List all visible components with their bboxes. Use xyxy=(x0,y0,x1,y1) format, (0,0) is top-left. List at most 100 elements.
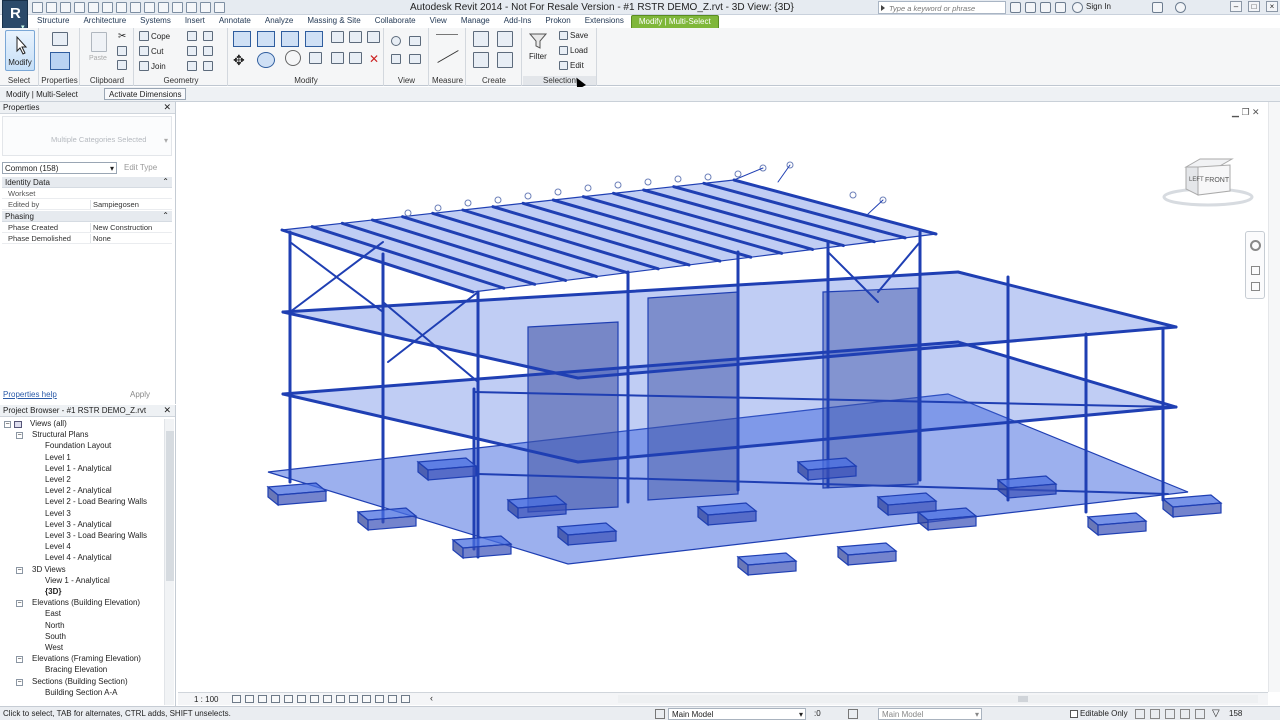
analytical-node[interactable] xyxy=(464,199,472,207)
analytical-node[interactable] xyxy=(614,181,622,189)
cope-button[interactable]: Cope xyxy=(139,31,170,41)
temporary-hide-icon[interactable] xyxy=(336,695,345,703)
split-element-icon[interactable] xyxy=(331,31,344,43)
scrollbar-thumb[interactable] xyxy=(1018,696,1028,702)
group-phasing[interactable]: Phasing ⌃ xyxy=(2,211,172,222)
close-view-icon[interactable]: ✕ xyxy=(1252,107,1260,117)
tab-systems[interactable]: Systems xyxy=(133,15,178,28)
tab-analyze[interactable]: Analyze xyxy=(258,15,300,28)
text-icon[interactable] xyxy=(130,2,141,13)
mirror-draw-icon[interactable] xyxy=(305,31,323,47)
section-icon[interactable] xyxy=(158,2,169,13)
analytical-node[interactable] xyxy=(704,173,712,181)
viewcube-left-face[interactable]: LEFT xyxy=(1189,177,1204,183)
paste-icon[interactable] xyxy=(91,32,107,52)
create-assembly-icon[interactable] xyxy=(473,31,489,47)
core-wall-right[interactable] xyxy=(822,287,919,489)
3d-view-icon[interactable] xyxy=(144,2,155,13)
analytical-node[interactable] xyxy=(849,191,857,199)
worksets-icon[interactable] xyxy=(655,709,665,719)
save-selection-button[interactable]: Save xyxy=(559,31,588,40)
type-selector[interactable]: Multiple Categories Selected ▾ xyxy=(2,116,172,156)
property-row-edited-by[interactable]: Edited by Sampiegosen xyxy=(2,199,172,210)
tree-toggle-icon[interactable]: − xyxy=(4,421,11,428)
override-by-category-icon[interactable] xyxy=(409,54,421,64)
override-graphics-icon[interactable] xyxy=(409,36,421,46)
analytical-node[interactable] xyxy=(554,188,562,196)
analytical-node[interactable] xyxy=(584,184,592,192)
scroll-left-icon[interactable]: ‹ xyxy=(430,693,433,703)
save-icon[interactable] xyxy=(46,2,57,13)
properties-help-link[interactable]: Properties help xyxy=(3,390,57,399)
tab-massing-site[interactable]: Massing & Site xyxy=(300,15,367,28)
analytical-node[interactable] xyxy=(524,192,532,200)
minimize-view-icon[interactable]: ▁ xyxy=(1232,107,1239,117)
tab-prokon[interactable]: Prokon xyxy=(538,15,577,28)
tab-architecture[interactable]: Architecture xyxy=(76,15,133,28)
group-identity-data[interactable]: Identity Data ⌃ xyxy=(2,177,172,188)
activate-dimensions-button[interactable]: Activate Dimensions xyxy=(104,88,187,100)
property-row-workset[interactable]: Workset xyxy=(2,188,172,199)
worksharing-display-icon[interactable] xyxy=(362,695,371,703)
3d-view-canvas[interactable] xyxy=(178,102,1268,692)
filter-icon[interactable]: ▽ xyxy=(1212,708,1220,719)
analytical-node[interactable] xyxy=(434,204,442,212)
browser-scrollbar[interactable] xyxy=(164,419,174,705)
sun-path-icon[interactable] xyxy=(258,695,267,703)
load-selection-button[interactable]: Load xyxy=(559,46,588,55)
exchange-icon[interactable] xyxy=(1152,2,1163,13)
viewcube[interactable]: LEFT FRONT xyxy=(1160,155,1256,213)
application-menu-button[interactable]: R ▾ xyxy=(2,0,28,31)
properties-filter-dropdown[interactable]: Common (158) ▾ xyxy=(2,162,117,174)
binoculars-icon[interactable] xyxy=(1010,2,1021,13)
select-links-icon[interactable] xyxy=(1135,709,1145,719)
filter-label[interactable]: Filter xyxy=(529,52,547,61)
active-workset-dropdown[interactable]: Main Model ▾ xyxy=(668,708,806,720)
design-option-dropdown[interactable]: Main Model ▾ xyxy=(878,708,982,720)
select-underlay-icon[interactable] xyxy=(1150,709,1160,719)
measure-distance-icon[interactable] xyxy=(436,34,458,35)
select-by-face-icon[interactable] xyxy=(1180,709,1190,719)
sign-in-link[interactable]: Sign In xyxy=(1086,2,1111,11)
tab-modify-multi-select[interactable]: Modify | Multi-Select xyxy=(630,15,719,28)
open-icon[interactable] xyxy=(32,2,43,13)
highlight-displacement-icon[interactable] xyxy=(388,695,397,703)
show-crop-icon[interactable] xyxy=(310,695,319,703)
analytical-link[interactable] xyxy=(867,199,884,215)
zoom-icon[interactable] xyxy=(1251,266,1260,275)
view-scale[interactable]: 1 : 100 xyxy=(194,695,218,704)
edit-type-button[interactable]: Edit Type xyxy=(124,163,157,172)
tab-add-ins[interactable]: Add-Ins xyxy=(497,15,539,28)
property-row-phase-demolished[interactable]: Phase Demolished None xyxy=(2,233,172,244)
crop-view-icon[interactable] xyxy=(297,695,306,703)
tab-extensions[interactable]: Extensions xyxy=(578,15,631,28)
join-button[interactable]: Join xyxy=(139,61,166,71)
delete-icon[interactable]: ✕ xyxy=(369,52,379,66)
sync-icon[interactable] xyxy=(60,2,71,13)
scrollbar-thumb[interactable] xyxy=(166,431,174,581)
offset-icon[interactable] xyxy=(257,31,275,47)
building-model[interactable] xyxy=(178,102,1268,692)
analytical-node[interactable] xyxy=(494,196,502,204)
tree-toggle-icon[interactable]: − xyxy=(16,656,23,664)
copy-element-icon[interactable] xyxy=(257,52,275,68)
trim-multiple-icon[interactable] xyxy=(349,52,362,64)
demolish-icon[interactable] xyxy=(203,61,213,71)
select-pinned-icon[interactable] xyxy=(1165,709,1175,719)
hide-in-view-icon[interactable] xyxy=(391,36,401,46)
analytical-node[interactable] xyxy=(404,209,412,217)
reveal-constraints-icon[interactable] xyxy=(401,695,410,703)
communication-icon[interactable] xyxy=(1040,2,1051,13)
type-properties-icon[interactable] xyxy=(52,32,68,46)
tab-collaborate[interactable]: Collaborate xyxy=(368,15,423,28)
redo-icon[interactable] xyxy=(88,2,99,13)
apply-button[interactable]: Apply xyxy=(130,390,150,399)
split-face-icon[interactable] xyxy=(203,31,213,41)
edit-selection-button[interactable]: Edit xyxy=(559,61,584,70)
measure-icon[interactable] xyxy=(116,2,127,13)
close-icon[interactable]: ✕ xyxy=(163,102,171,113)
trim-extend-icon[interactable] xyxy=(309,52,322,64)
search-input[interactable]: Type a keyword or phrase xyxy=(878,1,1006,14)
tab-view[interactable]: View xyxy=(423,15,454,28)
copy-icon[interactable] xyxy=(117,46,127,56)
